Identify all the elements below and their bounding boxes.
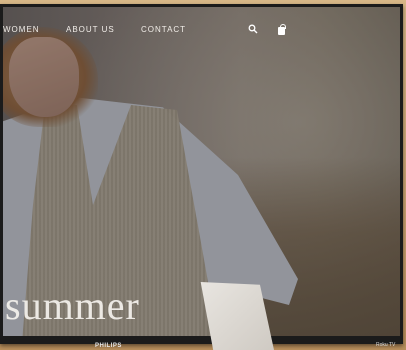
shopping-bag-icon[interactable] bbox=[276, 24, 288, 36]
site-nav: WOMEN ABOUT US CONTACT bbox=[3, 21, 400, 41]
nav-link-about-us[interactable]: ABOUT US bbox=[66, 25, 115, 34]
tv-screen: WOMEN ABOUT US CONTACT summer bbox=[3, 7, 400, 336]
nav-link-women[interactable]: WOMEN bbox=[3, 25, 40, 34]
tv-brand-logo: PHILIPS bbox=[95, 343, 122, 349]
nav-link-contact[interactable]: CONTACT bbox=[141, 25, 186, 34]
tv-monitor: WOMEN ABOUT US CONTACT summer PHILIPS Ro… bbox=[0, 4, 403, 349]
roku-tv-badge: Roku TV bbox=[376, 342, 396, 348]
search-icon[interactable] bbox=[247, 24, 259, 36]
hero-headline: summer bbox=[5, 283, 140, 328]
